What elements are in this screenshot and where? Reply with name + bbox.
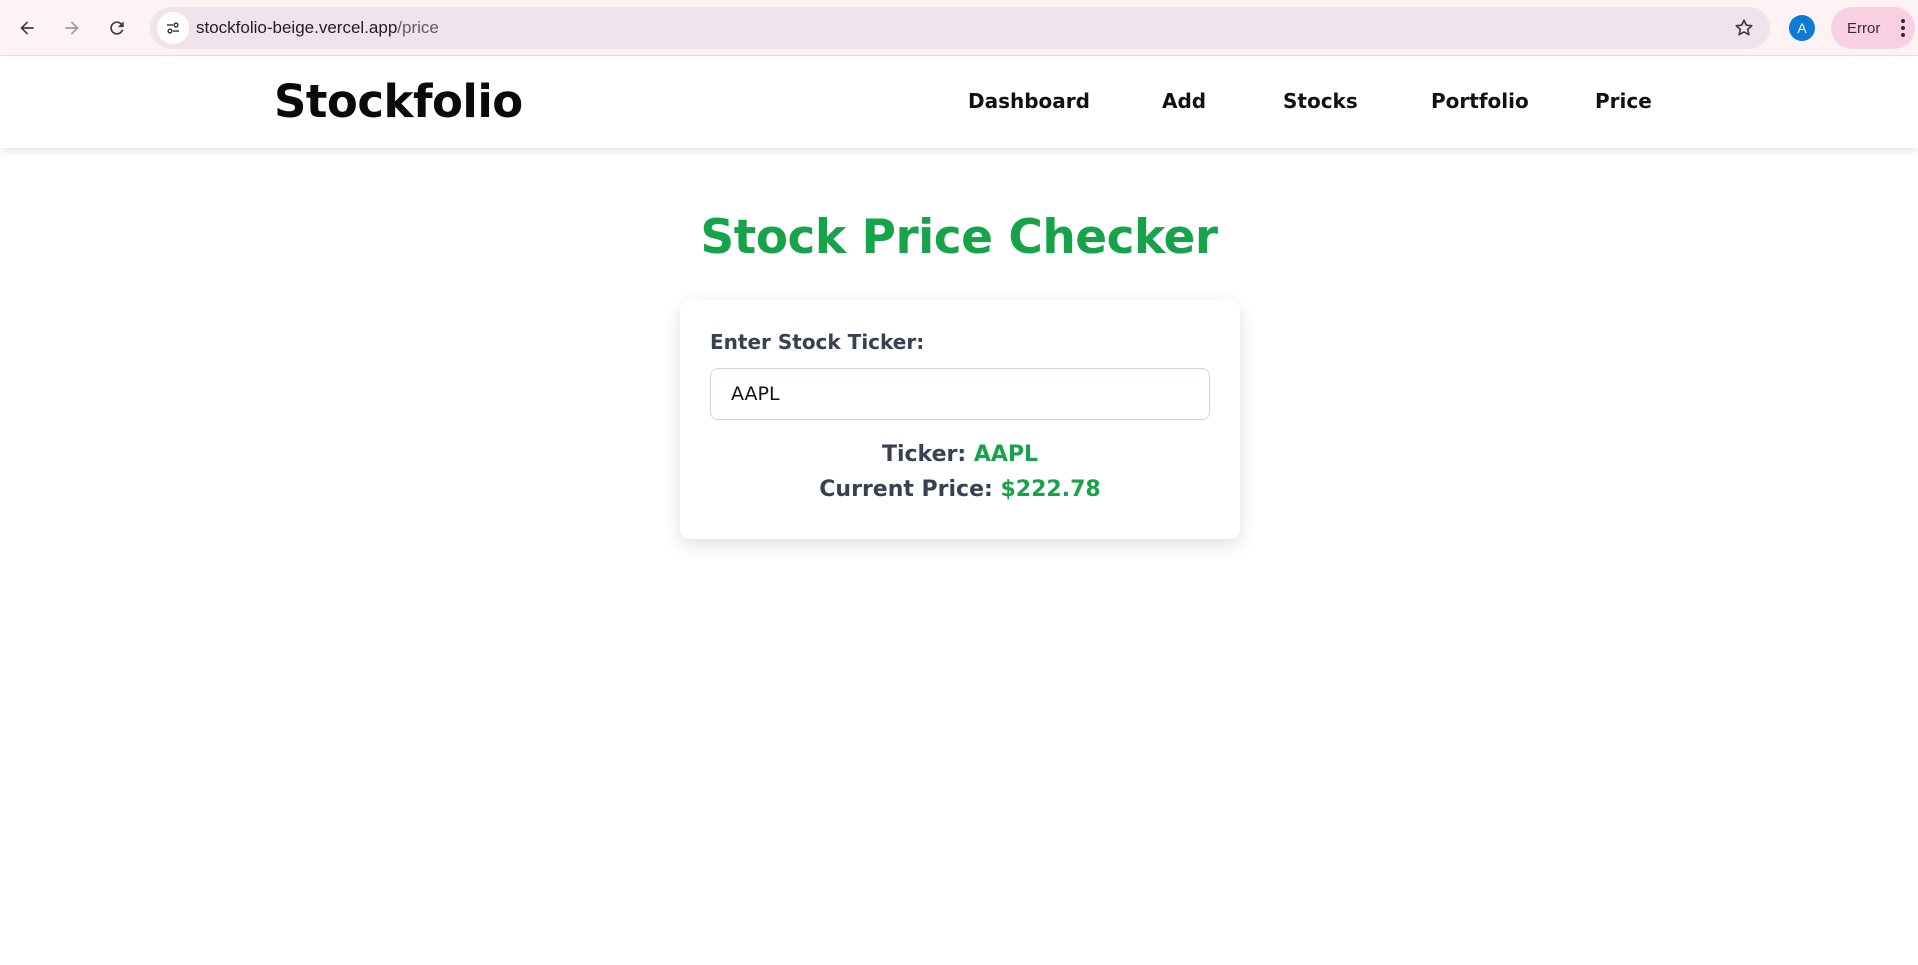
site-info-button[interactable] [157, 12, 189, 44]
ticker-input-label: Enter Stock Ticker: [710, 330, 925, 354]
back-button[interactable] [11, 12, 43, 44]
bookmark-button[interactable] [1728, 12, 1760, 44]
forward-arrow-icon [65, 21, 79, 35]
url-host: stockfolio-beige.vercel.app [196, 18, 398, 37]
site-header: Stockfolio Dashboard Add Stocks Portfoli… [0, 57, 1918, 148]
brand-logo[interactable]: Stockfolio [274, 75, 523, 128]
address-bar[interactable]: stockfolio-beige.vercel.app/price [150, 7, 1770, 49]
price-checker-card: Enter Stock Ticker: Ticker: AAPL Current… [680, 300, 1240, 539]
bookmark-star-icon [1735, 19, 1753, 36]
error-chip[interactable]: Error [1831, 7, 1915, 49]
price-result-value: $222.78 [1000, 477, 1101, 502]
price-result: Current Price: $222.78 [680, 477, 1240, 502]
url-path: /price [397, 18, 439, 37]
ticker-result: Ticker: AAPL [680, 442, 1240, 467]
reload-icon [110, 21, 124, 35]
nav-stocks[interactable]: Stocks [1283, 89, 1358, 113]
error-label: Error [1847, 19, 1881, 37]
url-text[interactable]: stockfolio-beige.vercel.app/price [196, 7, 439, 49]
nav-dashboard[interactable]: Dashboard [968, 89, 1090, 113]
ticker-result-value: AAPL [973, 442, 1039, 467]
nav-price[interactable]: Price [1595, 89, 1652, 113]
nav-portfolio[interactable]: Portfolio [1431, 89, 1529, 113]
ticker-result-label: Ticker: [881, 442, 967, 467]
reload-button[interactable] [101, 12, 133, 44]
page-title: Stock Price Checker [700, 210, 1218, 265]
more-vert-icon [1901, 19, 1905, 37]
nav-add[interactable]: Add [1162, 89, 1206, 113]
forward-button[interactable] [56, 12, 88, 44]
site-settings-icon [167, 22, 179, 34]
ticker-input[interactable] [710, 368, 1210, 420]
price-result-label: Current Price: [819, 477, 993, 502]
browser-toolbar: stockfolio-beige.vercel.app/price A Erro… [0, 0, 1918, 56]
back-arrow-icon [20, 21, 34, 35]
profile-avatar[interactable]: A [1789, 15, 1815, 41]
